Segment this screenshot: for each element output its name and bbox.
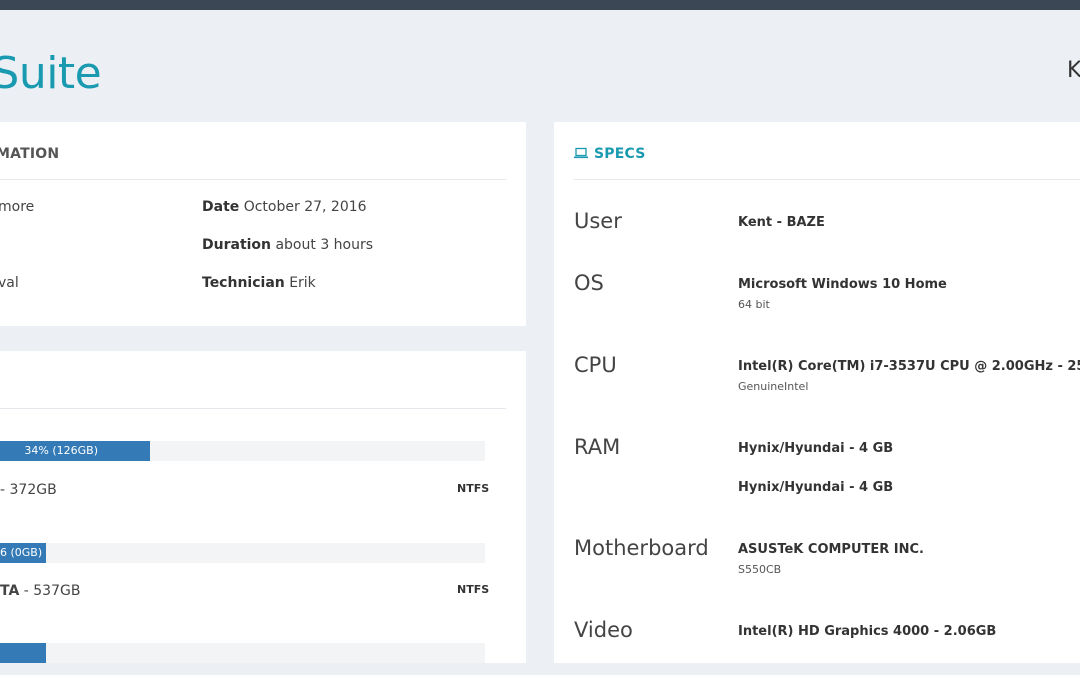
disk-name-2: TA [0, 583, 20, 599]
information-panel-header [0, 122, 506, 180]
info-date: Date October 27, 2016 [202, 199, 367, 215]
info-duration: Duration about 3 hours [202, 237, 373, 253]
disk-usage-fill-3 [0, 643, 46, 663]
specs-panel: SPECS User Kent - BAZE OS Microsoft Wind… [554, 122, 1080, 663]
spec-os-value: Microsoft Windows 10 Home [738, 277, 947, 292]
info-technician-value: Erik [289, 275, 316, 291]
spec-video-value: Intel(R) HD Graphics 4000 - 2.06GB [738, 624, 997, 639]
info-technician-label: Technician [202, 275, 285, 291]
laptop-icon [574, 147, 588, 159]
info-duration-value: about 3 hours [275, 237, 374, 253]
spec-os-sub: 64 bit [738, 298, 770, 311]
top-navbar [0, 0, 1080, 10]
spec-ram-label: RAM [574, 435, 621, 459]
disk-fs-1: NTFS [457, 482, 490, 495]
disk-size-2: - 537GB [23, 583, 81, 599]
info-date-label: Date [202, 199, 240, 215]
disk-label-1: - 372GB [0, 482, 57, 498]
brand-logo[interactable]: hSuite [0, 44, 102, 104]
info-date-value: October 27, 2016 [243, 199, 367, 215]
spec-video-label: Video [574, 618, 633, 642]
spec-user-value: Kent - BAZE [738, 215, 825, 230]
info-duration-label: Duration [202, 237, 272, 253]
spec-user-label: User [574, 209, 622, 233]
info-left-row-3: val [0, 275, 19, 291]
disk-usage-bar-1: 34% (126GB) [0, 441, 485, 461]
spec-motherboard-label: Motherboard [574, 536, 709, 560]
disk-usage-fill-2: 6 (0GB) [0, 543, 46, 563]
disk-usage-text-1: 34% (126GB) [24, 444, 98, 457]
spec-ram-value-2: Hynix/Hyundai - 4 GB [738, 480, 894, 495]
disk-usage-fill-1: 34% (126GB) [0, 441, 150, 461]
spec-cpu-sub: GenuineIntel [738, 380, 809, 393]
disks-panel-header [0, 351, 506, 409]
spec-motherboard-value: ASUSTeK COMPUTER INC. [738, 542, 924, 557]
info-technician: Technician Erik [202, 275, 316, 291]
disk-fs-2: NTFS [457, 583, 490, 596]
user-menu[interactable]: K [1067, 58, 1080, 83]
info-left-row-1: more [0, 199, 35, 215]
specs-panel-title: SPECS [594, 146, 646, 162]
information-panel-title: MATION [0, 146, 60, 162]
disk-usage-bar-2: 6 (0GB) [0, 543, 485, 563]
disk-usage-text-2: 6 (0GB) [0, 546, 43, 559]
disk-label-2: TA - 537GB [0, 583, 80, 599]
spec-cpu-label: CPU [574, 353, 617, 377]
disk-size-1: - 372GB [0, 482, 57, 498]
spec-cpu-value: Intel(R) Core(TM) i7-3537U CPU @ 2.00GHz… [738, 359, 1080, 374]
disk-usage-bar-3 [0, 643, 485, 663]
disks-panel: 34% (126GB) - 372GB NTFS 6 (0GB) TA - 53… [0, 351, 526, 663]
spec-os-label: OS [574, 271, 604, 295]
spec-ram-value-1: Hynix/Hyundai - 4 GB [738, 441, 894, 456]
information-panel: MATION more val Date October 27, 2016 Du… [0, 122, 526, 326]
specs-panel-header [574, 122, 1080, 180]
spec-motherboard-sub: S550CB [738, 563, 782, 576]
